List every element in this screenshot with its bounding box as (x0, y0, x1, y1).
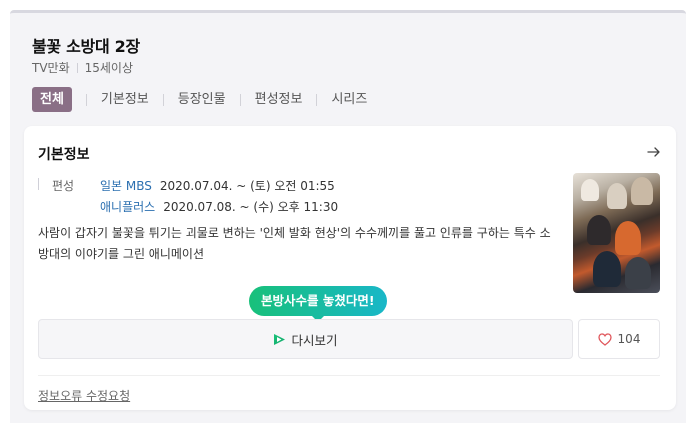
tab-all[interactable]: 전체 (32, 87, 72, 112)
synopsis-text: 사람이 갑자기 불꽃을 튀기는 괴물로 변하는 '인체 발화 현상'의 수수께끼… (38, 226, 551, 261)
rating-label: 15세이상 (84, 61, 134, 75)
replay-tooltip: 본방사수를 놓쳤다면! (249, 286, 387, 322)
like-button[interactable]: 104 (578, 319, 660, 359)
meta-divider (76, 62, 78, 73)
genre-label: TV만화 (32, 61, 70, 75)
program-meta: TV만화 15세이상 (32, 59, 133, 76)
tab-divider (239, 93, 241, 106)
broadcast-schedule: 2020.07.08. ~ (수) 오후 11:30 (163, 200, 339, 214)
program-title: 불꽃 소방대 2장 (32, 37, 140, 56)
tab-characters[interactable]: 등장인물 (176, 87, 228, 112)
channel-link[interactable]: 일본 MBS (100, 179, 152, 193)
basic-info-card: 기본정보 편성 일본 MBS 2020.07.04. ~ (토) 오전 01:55… (24, 126, 676, 410)
broadcast-label: 편성 (38, 177, 74, 194)
play-icon (274, 333, 286, 345)
channel-link[interactable]: 애니플러스 (100, 200, 155, 214)
broadcast-row: 애니플러스 2020.07.08. ~ (수) 오후 11:30 (100, 198, 338, 215)
tab-divider (162, 93, 164, 106)
tab-divider (316, 93, 318, 106)
report-error-link[interactable]: 정보오류 수정요청 (38, 387, 130, 404)
broadcast-row: 일본 MBS 2020.07.04. ~ (토) 오전 01:55 (100, 177, 335, 194)
replay-label: 다시보기 (291, 332, 338, 348)
replay-button[interactable]: 다시보기 (38, 319, 573, 359)
tab-divider (85, 93, 87, 106)
heart-icon (597, 332, 612, 346)
like-count: 104 (617, 332, 641, 346)
card-title: 기본정보 (38, 147, 90, 163)
arrow-right-icon[interactable] (646, 144, 662, 160)
tab-series[interactable]: 시리즈 (329, 87, 369, 112)
tab-bar: 전체 기본정보 등장인물 편성정보 시리즈 (32, 87, 369, 112)
tab-basic-info[interactable]: 기본정보 (99, 87, 151, 112)
broadcast-schedule: 2020.07.04. ~ (토) 오전 01:55 (159, 179, 335, 193)
tab-schedule[interactable]: 편성정보 (253, 87, 305, 112)
program-info-panel: 불꽃 소방대 2장 TV만화 15세이상 전체 기본정보 등장인물 편성정보 시… (10, 10, 686, 423)
poster-image[interactable] (573, 173, 660, 293)
card-divider (38, 375, 660, 376)
